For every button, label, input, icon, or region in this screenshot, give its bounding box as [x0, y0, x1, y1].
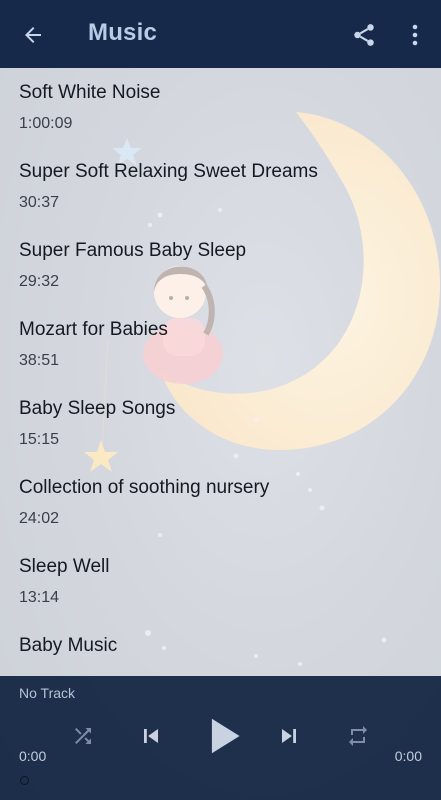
track-item[interactable]: Super Soft Relaxing Sweet Dreams 30:37 [0, 147, 441, 226]
track-item[interactable]: Baby Sleep Songs 15:15 [0, 384, 441, 463]
track-title: Mozart for Babies [19, 319, 168, 340]
player-bar: No Track 0:00 0:00 [0, 676, 441, 800]
shuffle-icon[interactable] [68, 722, 98, 750]
more-vertical-icon[interactable] [402, 18, 428, 52]
track-duration: 15:15 [19, 431, 60, 448]
track-list: Soft White Noise 1:00:09 Super Soft Rela… [0, 68, 441, 676]
track-item[interactable]: Soft White Noise 1:00:09 [0, 68, 441, 147]
track-title: Baby Sleep Songs [19, 398, 176, 419]
play-icon[interactable] [204, 716, 244, 756]
track-title: Baby Music [19, 635, 118, 656]
repeat-icon[interactable] [343, 722, 373, 750]
track-duration: 29:32 [19, 273, 60, 290]
track-duration: 38:51 [19, 352, 60, 369]
track-duration: 13:14 [19, 589, 60, 606]
track-duration: 24:02 [19, 510, 60, 527]
track-title: Collection of soothing nursery [19, 477, 270, 498]
track-duration: 30:37 [19, 194, 60, 211]
track-item[interactable]: Collection of soothing nursery 24:02 [0, 463, 441, 542]
skip-next-icon[interactable] [274, 721, 304, 751]
track-title: Sleep Well [19, 556, 110, 577]
track-title: Soft White Noise [19, 82, 161, 103]
app-bar: Music [0, 0, 441, 68]
now-playing-label: No Track [19, 685, 76, 701]
track-item[interactable]: Super Famous Baby Sleep 29:32 [0, 226, 441, 305]
track-item[interactable]: Sleep Well 13:14 [0, 542, 441, 621]
track-title: Super Soft Relaxing Sweet Dreams [19, 161, 318, 182]
share-icon[interactable] [348, 18, 380, 52]
track-duration: 1:00:09 [19, 115, 73, 132]
skip-previous-icon[interactable] [136, 721, 166, 751]
track-item[interactable]: Mozart for Babies 38:51 [0, 305, 441, 384]
total-time: 0:00 [394, 748, 422, 764]
seek-bar-thumb[interactable] [20, 776, 29, 785]
arrow-left-icon[interactable] [16, 18, 50, 52]
elapsed-time: 0:00 [19, 748, 47, 764]
track-title: Super Famous Baby Sleep [19, 240, 247, 261]
track-item[interactable]: Baby Music [0, 621, 441, 676]
page-title: Music [88, 19, 158, 46]
